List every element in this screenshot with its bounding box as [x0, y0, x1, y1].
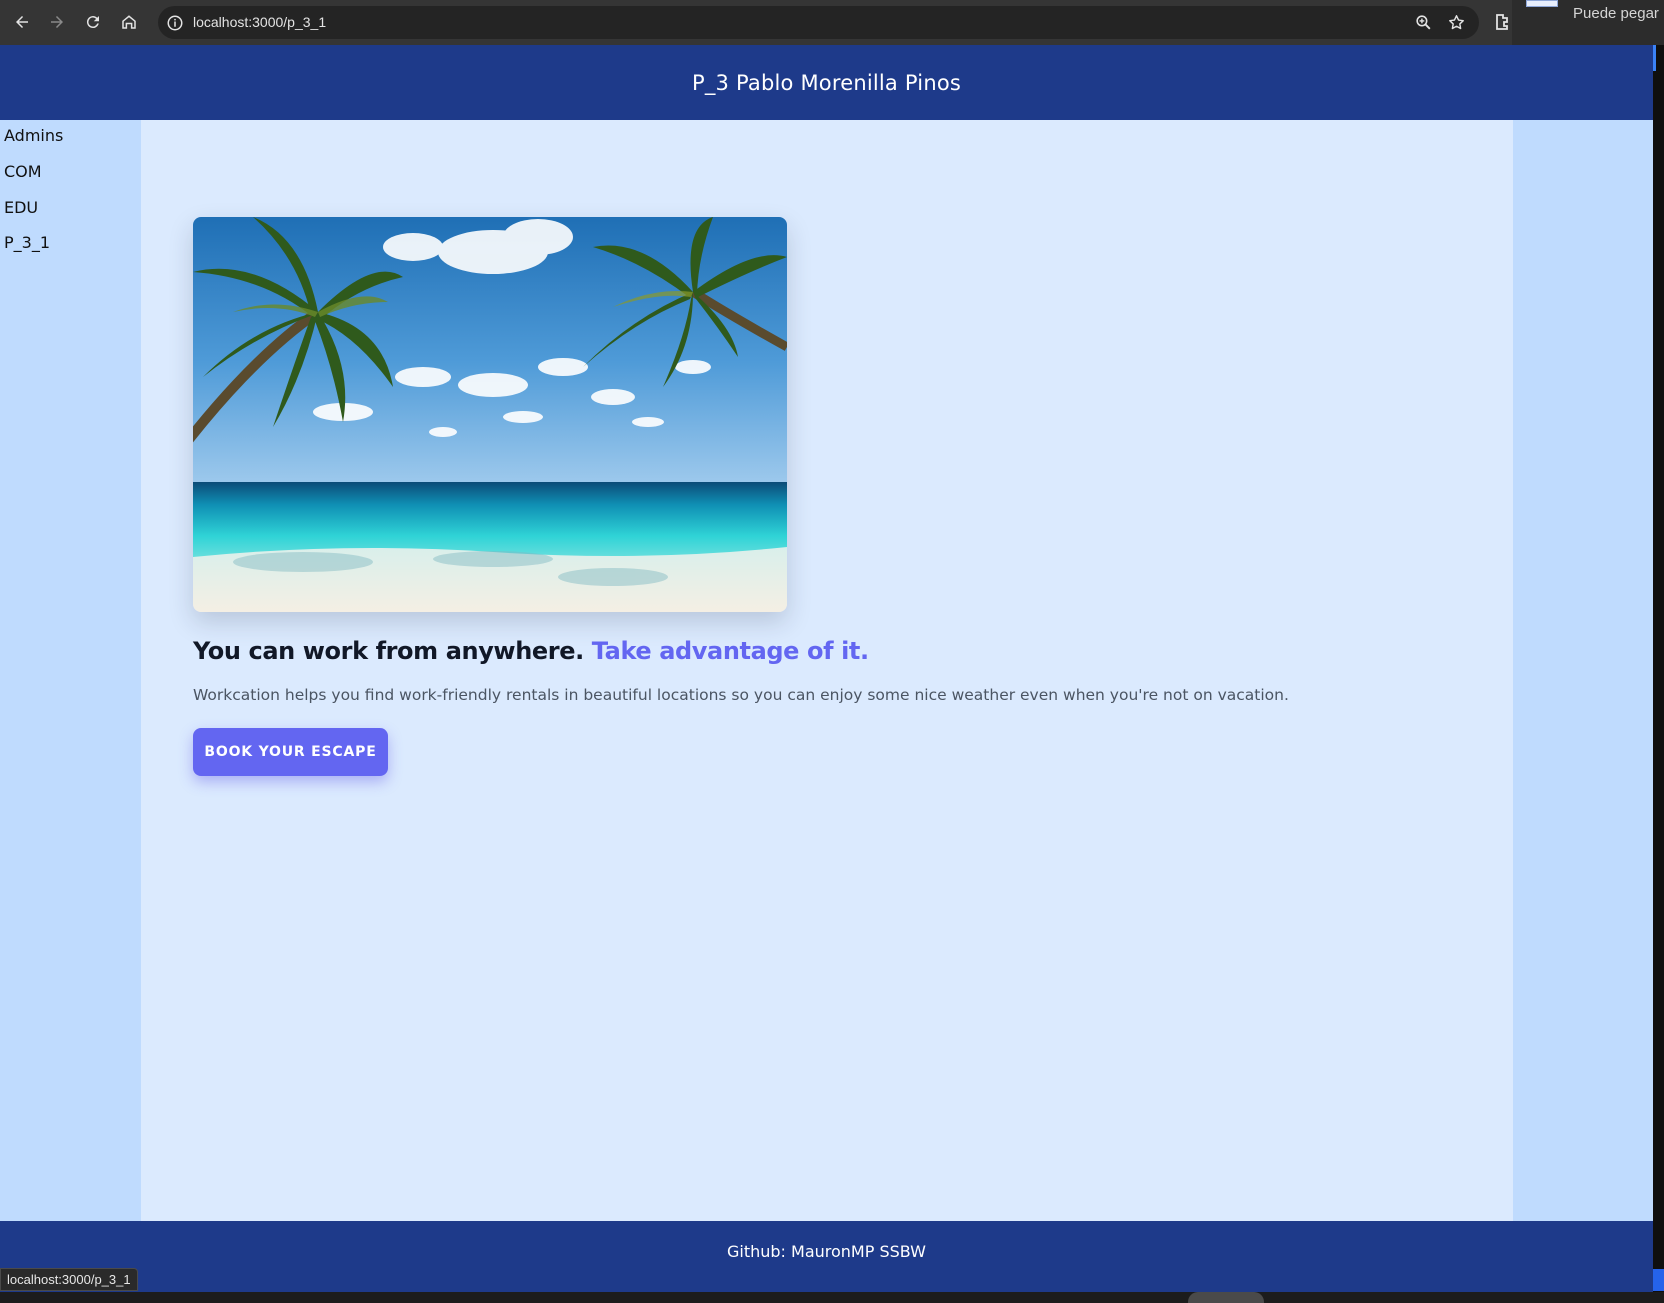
- address-bar[interactable]: localhost:3000/p_3_1: [158, 6, 1479, 39]
- extensions-icon[interactable]: [1494, 12, 1510, 32]
- info-icon[interactable]: [166, 14, 184, 32]
- browser-toolbar: localhost:3000/p_3_1 Puede pegar l: [0, 0, 1664, 45]
- site-footer: Github: MauronMP SSBW: [0, 1221, 1653, 1292]
- home-icon: [122, 15, 136, 29]
- link-status-bubble: localhost:3000/p_3_1: [0, 1268, 138, 1291]
- web-page: P_3 Pablo Morenilla Pinos Admins COM EDU…: [0, 45, 1653, 1292]
- book-your-escape-button[interactable]: BOOK YOUR ESCAPE: [193, 728, 388, 776]
- scroll-indicator-bottom: [1653, 1269, 1664, 1291]
- taskbar-handle[interactable]: [1188, 1292, 1264, 1303]
- reload-icon: [86, 16, 99, 29]
- thumbnail-icon: [1526, 0, 1558, 7]
- sidebar-item-edu[interactable]: EDU: [4, 198, 38, 217]
- footer-text: Github: MauronMP SSBW: [726, 1242, 926, 1261]
- hero-description: Workcation helps you find work-friendly …: [193, 686, 1289, 704]
- hero-headline-accent: Take advantage of it.: [591, 637, 869, 665]
- taskbar-strip: [0, 1292, 1664, 1303]
- zoom-icon[interactable]: [1414, 13, 1433, 32]
- sidebar-item-admins[interactable]: Admins: [4, 126, 63, 145]
- site-header: P_3 Pablo Morenilla Pinos: [0, 45, 1653, 120]
- side-panel-text: Puede pegar l: [1573, 5, 1664, 22]
- sidebar: Admins COM EDU P_3_1: [0, 120, 141, 1221]
- scroll-indicator-top: [1653, 45, 1656, 71]
- window-edge-strip: [1653, 45, 1664, 1303]
- sidebar-item-p-3-1[interactable]: P_3_1: [4, 233, 50, 252]
- hero-headline: You can work from anywhere. Take advanta…: [193, 637, 869, 665]
- forward-button[interactable]: [43, 8, 71, 36]
- page-title: P_3 Pablo Morenilla Pinos: [691, 70, 962, 95]
- main-content: You can work from anywhere. Take advanta…: [141, 120, 1513, 1221]
- arrow-right-icon: [51, 16, 63, 28]
- url-text[interactable]: localhost:3000/p_3_1: [193, 14, 326, 30]
- sidebar-item-com[interactable]: COM: [4, 162, 42, 181]
- beach-illustration: [193, 217, 787, 612]
- reload-button[interactable]: [79, 8, 107, 36]
- home-button[interactable]: [115, 8, 143, 36]
- hero-headline-main: You can work from anywhere.: [193, 637, 584, 665]
- arrow-left-icon: [16, 16, 28, 28]
- back-button[interactable]: [8, 8, 36, 36]
- bookmark-star-icon[interactable]: [1447, 13, 1466, 32]
- beach-hero-image: [193, 217, 787, 612]
